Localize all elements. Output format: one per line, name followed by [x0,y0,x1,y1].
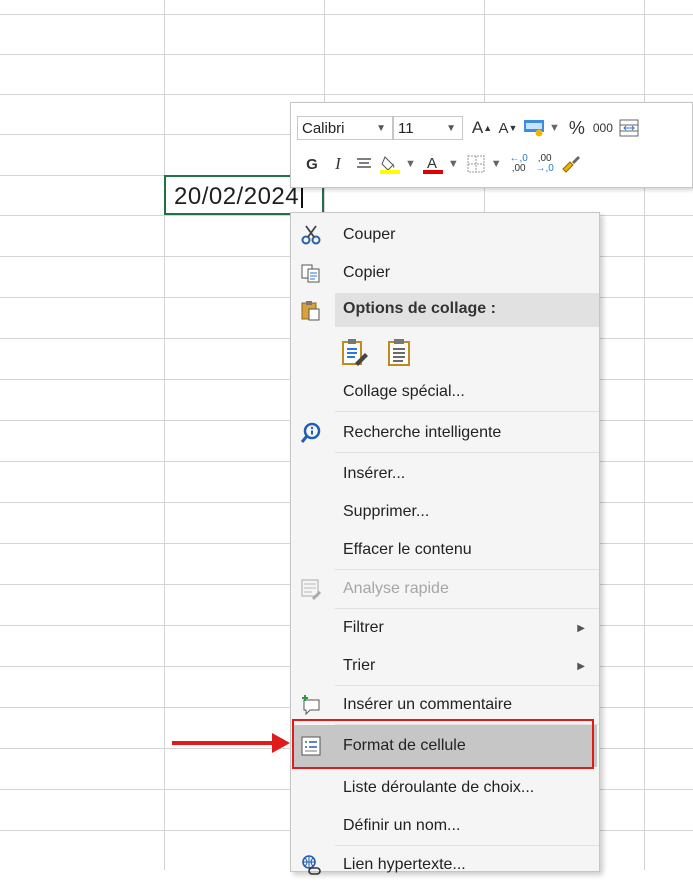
menu-item-hyperlink[interactable]: Lien hypertexte... [291,846,599,884]
hyperlink-icon [299,853,323,877]
menu-item-copy[interactable]: Copier [291,254,599,292]
borders-icon[interactable] [465,152,487,176]
menu-item-label: Définir un nom... [343,817,461,834]
menu-item-paste-special[interactable]: Collage spécial... [291,373,599,411]
menu-item-smart-lookup[interactable]: Recherche intelligente [291,414,599,452]
chevron-down-icon: ▼ [376,122,386,134]
decrease-font-size-icon[interactable]: A ▼ [497,116,519,140]
chevron-down-icon[interactable]: ▼ [448,152,459,176]
menu-item-label: Trier [343,657,376,674]
decrease-decimal-icon[interactable]: ,00 →,0 [534,152,556,176]
menu-item-label: Collage spécial... [343,383,465,400]
align-center-icon[interactable] [353,152,375,176]
menu-item-sort[interactable]: Trier ▶ [291,647,599,685]
font-size-combo[interactable]: 11 ▼ [393,116,463,140]
increase-decimal-icon[interactable]: ←,0,00 [508,152,530,176]
mini-toolbar: Calibri ▼ 11 ▼ A▲ A▼ ▼ % 000 G I ▼ A ▼ [290,102,693,188]
svg-text:A: A [427,155,437,172]
menu-item-label: Lien hypertexte... [343,856,466,873]
scissors-icon [299,223,323,247]
fill-color-icon[interactable] [379,152,401,176]
row-divider [0,54,693,55]
percent-style-icon[interactable]: % [566,116,588,140]
menu-item-delete[interactable]: Supprimer... [291,493,599,531]
chevron-down-icon: ▼ [446,122,456,134]
context-menu: Couper Copier Options de collage : Colla… [290,212,600,875]
menu-item-label: Couper [343,226,396,243]
font-color-icon[interactable]: A [422,152,444,176]
accounting-format-icon[interactable] [523,116,545,140]
font-size-value: 11 [398,119,414,137]
menu-item-label: Recherche intelligente [343,424,502,441]
highlight-box [292,719,594,769]
bold-button[interactable]: G [301,152,323,176]
chevron-down-icon[interactable]: ▼ [491,152,502,176]
increase-font-size-icon[interactable]: A ▲ [471,116,493,140]
copy-icon [299,261,323,285]
increase-decimal-text: ,00 [511,163,526,174]
row-divider [0,14,693,15]
menu-item-label: Insérer... [343,465,406,482]
new-comment-icon [299,693,323,717]
cell-value-text: 20/02/2024 [174,183,300,210]
italic-button[interactable]: I [327,152,349,176]
menu-item-label: Insérer un commentaire [343,696,512,713]
menu-item-cut[interactable]: Couper [291,216,599,254]
row-divider [0,94,693,95]
smart-lookup-icon [299,421,323,445]
chevron-down-icon[interactable]: ▼ [405,152,416,176]
menu-separator [335,452,599,453]
font-name-combo[interactable]: Calibri ▼ [297,116,393,140]
column-divider [164,0,165,870]
format-painter-icon[interactable] [560,152,582,176]
submenu-arrow-icon: ▶ [577,622,585,634]
quick-analysis-icon [299,577,323,601]
mini-toolbar-row-1: Calibri ▼ 11 ▼ A ▲ A ▼ ▼ % 000 [297,113,644,143]
menu-item-label: Supprimer... [343,503,430,520]
paste-icon [299,298,323,322]
menu-separator [335,411,599,412]
paste-values-icon[interactable] [387,337,413,372]
paste-options-row [291,331,599,373]
menu-item-quick-analysis: Analyse rapide [291,570,599,608]
merge-cells-icon[interactable] [618,116,640,140]
chevron-down-icon[interactable]: ▼ [549,116,560,140]
menu-item-label: Liste déroulante de choix... [343,779,535,796]
menu-item-label: Analyse rapide [343,580,449,597]
menu-item-insert[interactable]: Insérer... [291,455,599,493]
paste-formatting-icon[interactable] [341,337,369,372]
cell-value: 20/02/2024 [174,183,304,211]
submenu-arrow-icon: ▶ [577,660,585,672]
paste-options-label: Options de collage : [343,300,496,317]
thousands-separator-icon[interactable]: 000 [592,116,614,140]
menu-item-filter[interactable]: Filtrer ▶ [291,609,599,647]
menu-item-label: Filtrer [343,619,384,636]
arrow-head-icon [272,733,290,753]
menu-item-define-name[interactable]: Définir un nom... [291,807,599,845]
pointer-arrow [172,741,278,745]
menu-item-label: Effacer le contenu [343,541,472,558]
menu-item-label: Copier [343,264,391,281]
menu-item-clear-contents[interactable]: Effacer le contenu [291,531,599,569]
paste-options-header: Options de collage : [335,293,599,327]
font-name-value: Calibri [302,119,345,137]
mini-toolbar-row-2: G I ▼ A ▼ ▼ ←,0,00 ,00 →,0 [297,149,586,179]
menu-item-dropdown-list[interactable]: Liste déroulante de choix... [291,769,599,807]
